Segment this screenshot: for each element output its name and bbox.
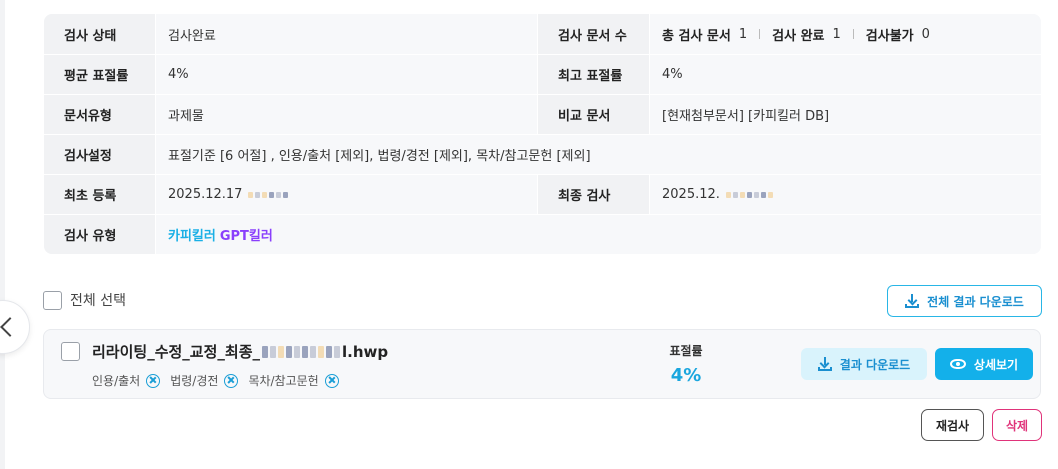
chevron-left-icon xyxy=(0,317,20,337)
exclusion-label: 법령/경전 xyxy=(170,374,219,388)
fail-value: 0 xyxy=(921,26,930,42)
last-check-value: 2025.12. xyxy=(650,175,1041,214)
redacted-time xyxy=(248,191,289,198)
status-label: 검사 상태 xyxy=(44,14,156,54)
download-result-button[interactable]: 결과 다운로드 xyxy=(801,348,927,380)
compare-label: 비교 문서 xyxy=(538,95,650,134)
info-row-settings: 검사설정 표절기준 [6 어절] , 인용/출처 [제외], 법령/경전 [제외… xyxy=(44,134,1041,174)
first-reg-label: 최초 등록 xyxy=(44,175,156,214)
eye-icon xyxy=(949,359,966,369)
info-row-doctype: 문서유형 과제물 비교 문서 [현재첨부문서] [카피킬러 DB] xyxy=(44,94,1041,134)
select-all[interactable]: 전체 선택 xyxy=(43,290,126,310)
compare-value: [현재첨부문서] [카피킬러 DB] xyxy=(650,95,1041,134)
max-rate-label: 최고 표절률 xyxy=(538,55,650,94)
doc-count-label: 검사 문서 수 xyxy=(538,14,650,54)
info-row-checktype: 검사 유형 카피킬러 GPT킬러 xyxy=(44,214,1041,254)
document-checkbox[interactable] xyxy=(61,342,80,361)
document-name-suffix: l.hwp xyxy=(342,342,389,361)
recheck-button[interactable]: 재검사 xyxy=(921,409,984,441)
redacted-filename xyxy=(262,345,341,358)
avg-rate-value: 4% xyxy=(156,55,538,94)
info-row-rate: 평균 표절률 4% 최고 표절률 4% xyxy=(44,54,1041,94)
exclusion-item: 목차/참고문헌 xyxy=(248,372,339,389)
download-icon xyxy=(905,294,920,308)
download-all-results-button[interactable]: 전체 결과 다운로드 xyxy=(887,285,1042,317)
select-all-label: 전체 선택 xyxy=(70,293,126,309)
status-value: 검사완료 xyxy=(156,14,538,54)
last-check-label: 최종 검사 xyxy=(538,175,650,214)
fail-label: 검사불가 xyxy=(865,28,914,44)
divider xyxy=(852,29,854,39)
exclusion-item: 인용/출처 xyxy=(92,372,161,389)
x-circle-icon[interactable] xyxy=(324,373,339,388)
download-result-label: 결과 다운로드 xyxy=(839,357,911,372)
settings-label: 검사설정 xyxy=(44,135,156,174)
document-card: 리라이팅_수정_교정_최종_ l.hwp 인용/출처 법령/경전 목차/참고문헌… xyxy=(43,329,1041,399)
download-all-label: 전체 결과 다운로드 xyxy=(927,294,1024,309)
exclusion-label: 목차/참고문헌 xyxy=(248,374,319,388)
avg-rate-label: 평균 표절률 xyxy=(44,55,156,94)
total-docs-value: 1 xyxy=(738,26,748,42)
redacted-time xyxy=(725,191,773,198)
back-button[interactable] xyxy=(0,300,30,354)
select-all-checkbox[interactable] xyxy=(43,290,62,310)
delete-button[interactable]: 삭제 xyxy=(992,409,1042,441)
exclusion-item: 법령/경전 xyxy=(170,372,239,389)
done-label: 검사 완료 xyxy=(772,28,825,44)
max-rate-value: 4% xyxy=(650,55,1041,94)
download-icon xyxy=(817,357,832,371)
plagiarism-rate: 표절률 4% xyxy=(656,342,716,386)
view-detail-button[interactable]: 상세보기 xyxy=(935,348,1033,380)
first-reg-date: 2025.12.17 xyxy=(168,187,243,202)
info-row-status: 검사 상태 검사완료 검사 문서 수 총 검사 문서 1 검사 완료 1 검사불… xyxy=(44,14,1041,54)
check-type-value: 카피킬러 GPT킬러 xyxy=(156,215,1041,254)
document-name-prefix: 리라이팅_수정_교정_최종_ xyxy=(92,343,261,361)
exclusion-list: 인용/출처 법령/경전 목차/참고문헌 xyxy=(92,372,339,389)
inspection-info-table: 검사 상태 검사완료 검사 문서 수 총 검사 문서 1 검사 완료 1 검사불… xyxy=(44,14,1041,254)
rate-value: 4% xyxy=(670,365,702,386)
document-name[interactable]: 리라이팅_수정_교정_최종_ l.hwp xyxy=(92,341,388,362)
divider xyxy=(759,29,761,39)
rate-label: 표절률 xyxy=(669,344,703,358)
view-detail-label: 상세보기 xyxy=(973,357,1019,372)
doc-count-value: 총 검사 문서 1 검사 완료 1 검사불가 0 xyxy=(650,14,1041,54)
x-circle-icon[interactable] xyxy=(224,373,239,388)
gptkiller-tag: GPT킬러 xyxy=(219,229,273,244)
x-circle-icon[interactable] xyxy=(146,373,161,388)
exclusion-label: 인용/출처 xyxy=(92,374,141,388)
doc-type-label: 문서유형 xyxy=(44,95,156,134)
last-check-date: 2025.12. xyxy=(662,187,720,202)
copykiller-tag: 카피킬러 xyxy=(168,229,216,244)
left-rail xyxy=(0,0,5,469)
first-reg-value: 2025.12.17 xyxy=(156,175,538,214)
total-docs-label: 총 검사 문서 xyxy=(662,28,731,44)
check-type-label: 검사 유형 xyxy=(44,215,156,254)
doc-type-value: 과제물 xyxy=(156,95,538,134)
info-row-dates: 최초 등록 2025.12.17 최종 검사 2025.12. xyxy=(44,174,1041,214)
done-value: 1 xyxy=(832,26,841,42)
settings-value: 표절기준 [6 어절] , 인용/출처 [제외], 법령/경전 [제외], 목차… xyxy=(156,135,1041,174)
